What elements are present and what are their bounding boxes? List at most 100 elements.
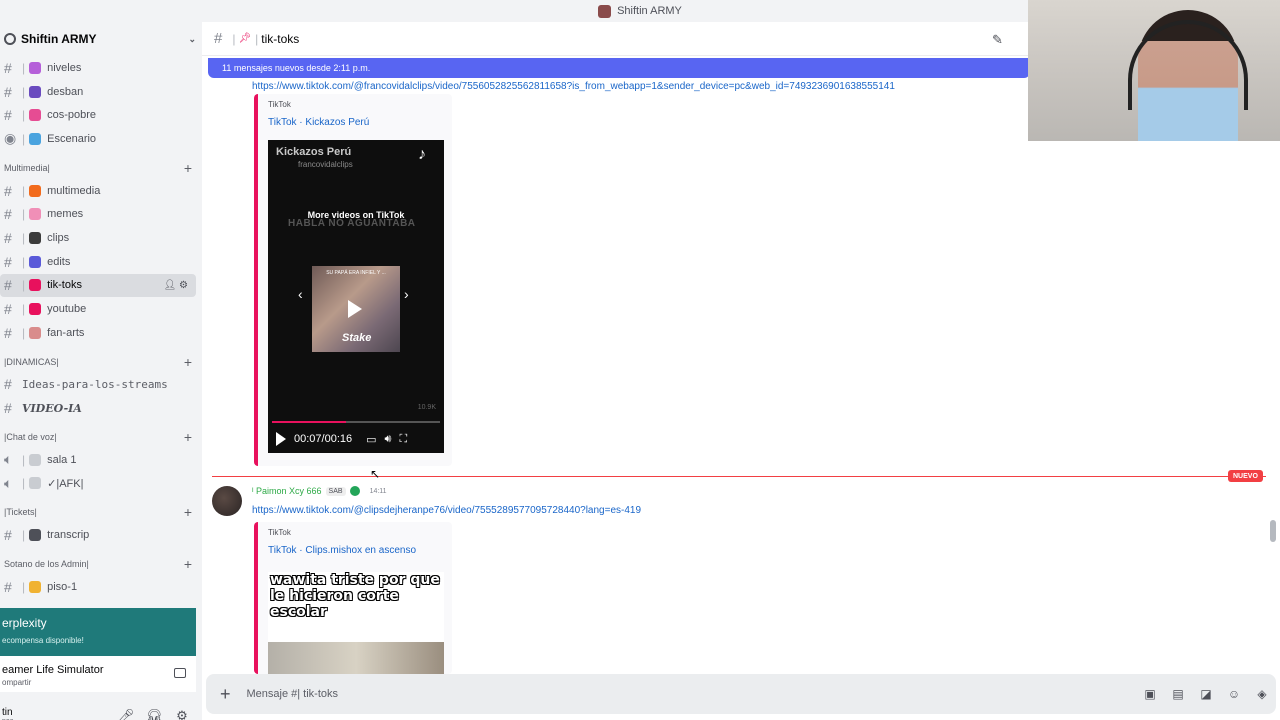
video-thumbnail[interactable]: SU PAPÁ ERA INFIEL Y ... Stake [312,266,400,352]
embed-title[interactable]: TikTok · Clips.mishox en ascenso [268,545,442,556]
sidebar-channel-label: desban [47,85,84,98]
channel-category[interactable]: |Chat de voz| + [0,426,202,448]
sidebar-channel[interactable]: # | edits [0,250,202,274]
sidebar-channel[interactable]: # Ideas-para-los-streams [0,373,202,397]
avatar[interactable] [212,486,242,516]
category-label: Sotano de los Admin| [4,559,89,569]
sticker-icon[interactable]: ◪ [1192,687,1220,701]
sidebar-channel[interactable]: # | clips [0,226,202,250]
sidebar-channel[interactable]: # | memes [0,202,202,226]
chevron-left-icon[interactable]: ‹ [298,286,303,302]
share-count: 10.9K [417,404,436,411]
sidebar-channel[interactable]: # | niveles [0,56,202,80]
create-channel-icon[interactable]: + [184,160,192,176]
settings-icon[interactable]: ⚙ [168,708,196,720]
channel-category[interactable]: Sotano de los Admin| + [0,553,202,575]
activity-card[interactable]: eamer Life Simulator ompartir [0,656,196,692]
sidebar-channel-label: fan-arts [47,326,85,339]
hash-icon: # [4,376,12,393]
message-timestamp: 14:11 [369,487,387,495]
screen-share-icon[interactable] [174,668,186,678]
channel-divider: | [22,131,26,146]
channel-emoji-icon [29,231,42,244]
sidebar-channel[interactable]: # | youtube [0,297,202,321]
create-channel-icon[interactable]: + [184,504,192,520]
play-button-icon[interactable] [276,432,286,446]
video-progress-fill [272,421,346,423]
headset-icon[interactable]: 🎧︎ [140,708,168,720]
category-label: Multimedia| [4,162,50,173]
sidebar-channel-label: sala 1 [47,453,77,466]
sidebar-channel-label: niveles [47,61,82,74]
promo-card[interactable]: erplexity ecompensa disponible! [0,608,196,656]
sidebar-channel[interactable]: # VIDEO-IA [0,396,202,420]
sidebar-channel[interactable]: # | desban [0,80,202,104]
more-videos-text: More videos on TikTok [307,210,405,220]
video-caption: wawita triste por que le hicieron corte … [270,572,440,620]
embed-title[interactable]: TikTok · Kickazos Perú [268,117,442,128]
channel-category[interactable]: |Tickets| + [0,501,202,523]
server-name: Shiftin ARMY [21,32,97,46]
fullscreen-icon[interactable]: ⛶ [399,433,407,446]
role-badge-icon [349,486,360,496]
sidebar-channel[interactable]: # | piso-1 [0,575,202,599]
user-panel: tin nea 🎤︎ 🎧︎ ⚙ [0,696,196,720]
tiktok-link[interactable]: https://www.tiktok.com/@francovidalclips… [252,81,895,92]
activity-title: eamer Life Simulator [2,664,104,676]
category-label: |Tickets| [4,507,37,518]
add-attachment-icon[interactable]: + [220,684,231,705]
channel-divider: | [22,84,26,99]
new-messages-text: 11 mensajes nuevos desde 2:11 p.m. [222,63,371,73]
new-messages-bar[interactable]: 11 mensajes nuevos desde 2:11 p.m. [208,58,1030,78]
video-progress-bar[interactable] [272,421,440,423]
gift-icon[interactable]: ▣ [1136,687,1164,701]
volume-icon[interactable]: 🔊︎ [385,433,392,446]
chevron-right-icon[interactable]: › [404,286,409,302]
threads-icon[interactable]: ✎ [992,32,1003,48]
scrollbar-thumb[interactable] [1270,520,1276,542]
sidebar-channel[interactable]: 🔈︎ | ✓|AFK| [0,472,202,496]
sidebar-channel-label: tik-toks [47,279,82,292]
channel-settings-icon[interactable]: 👤︎ ⚙ [164,280,188,291]
emoji-icon[interactable]: ☺ [1220,687,1248,701]
sidebar-channel[interactable]: # | fan-arts [0,321,202,345]
hash-icon: # [4,400,12,417]
message-input[interactable]: Mensaje #| tik-toks [247,688,1136,700]
video-controls: 00:07/00:16 ▭ 🔊︎ ⛶ [268,428,444,450]
user-info[interactable]: tin nea [2,707,112,720]
guild-tag[interactable]: SAB [325,486,346,496]
sidebar-channel-label: VIDEO-IA [22,401,82,415]
sidebar-channel[interactable]: # | tik-toks 👤︎ ⚙ [0,273,196,298]
sidebar-channel[interactable]: ◉ | Escenario [0,127,202,151]
stage-icon: ◉ [4,130,17,147]
microphone-icon[interactable]: 🎤︎ [112,708,140,720]
channel-category[interactable]: Multimedia| + [0,157,202,179]
channel-name: tik-toks [261,31,300,46]
server-header[interactable]: Shiftin ARMY ⌄ [0,22,202,56]
sidebar-channel-label: memes [47,208,84,221]
sidebar-channel[interactable]: # | transcrip [0,523,202,547]
channel-divider: | [22,108,26,123]
tiktok-video-player[interactable]: Kickazos Perú francovidalclips ♪ HABLA N… [268,140,444,453]
message-link: https://www.tiktok.com/@francovidalclips… [252,76,895,94]
gif-icon[interactable]: ▤ [1164,687,1192,701]
create-channel-icon[interactable]: + [184,556,192,572]
play-icon[interactable] [348,300,362,318]
channel-divider: | [22,60,26,75]
thumbnail-caption: SU PAPÁ ERA INFIEL Y ... [326,270,386,276]
tiktok-video-preview[interactable]: wawita triste por que le hicieron corte … [268,572,444,688]
channel-divider: | [22,230,26,245]
hash-icon: # [4,277,12,294]
sidebar-channel[interactable]: 🔈︎ | sala 1 [0,448,202,472]
tiktok-link[interactable]: https://www.tiktok.com/@clipsdejheranpe7… [252,505,641,516]
apps-icon[interactable]: ◈ [1248,687,1276,701]
create-channel-icon[interactable]: + [184,354,192,370]
sidebar-channel-label: clips [47,231,70,244]
mouse-cursor: ↖ [370,467,381,481]
captions-icon[interactable]: ▭ [366,433,376,446]
sidebar-channel[interactable]: # | multimedia [0,179,202,203]
sidebar-channel[interactable]: # | cos-pobre [0,103,202,127]
message-author[interactable]: ᴵ Paimon Xcy 666 [252,486,322,496]
channel-category[interactable]: |DINAMICAS| + [0,351,202,373]
create-channel-icon[interactable]: + [184,429,192,445]
